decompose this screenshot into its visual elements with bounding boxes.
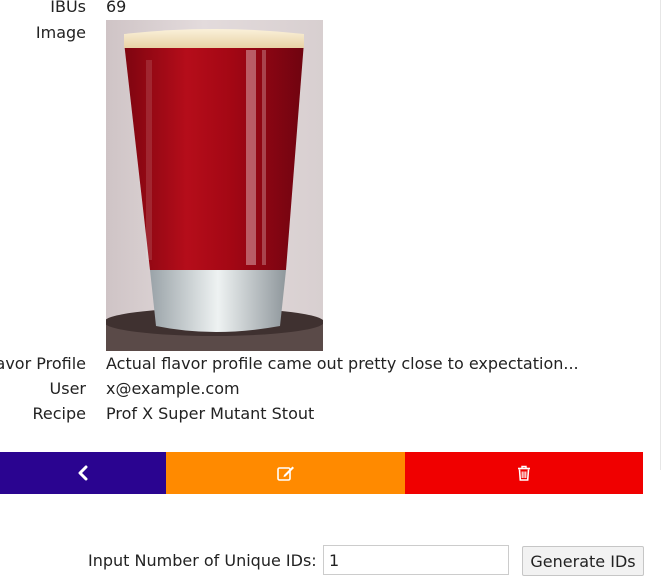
chevron-left-icon — [78, 465, 88, 481]
delete-button[interactable] — [405, 452, 643, 494]
content-border — [660, 0, 661, 470]
edit-icon — [276, 466, 294, 481]
ibus-value: 69 — [106, 0, 127, 16]
unique-ids-label: Input Number of Unique IDs: — [88, 551, 317, 570]
edit-button[interactable] — [166, 452, 405, 494]
user-label: User — [49, 379, 86, 398]
trash-icon — [518, 465, 530, 481]
flavor-profile-label: Flavor Profile — [0, 354, 86, 373]
ibus-label: IBUs — [50, 0, 86, 16]
image-label: Image — [35, 23, 86, 42]
unique-ids-input[interactable] — [323, 545, 509, 575]
user-value: x@example.com — [106, 379, 240, 398]
flavor-profile-value: Actual flavor profile came out pretty cl… — [106, 354, 579, 373]
action-button-bar — [0, 452, 643, 494]
back-button[interactable] — [0, 452, 166, 494]
beer-photo — [106, 20, 323, 351]
generate-ids-button[interactable]: Generate IDs — [522, 546, 644, 576]
recipe-value: Prof X Super Mutant Stout — [106, 404, 315, 423]
recipe-label: Recipe — [32, 404, 86, 423]
